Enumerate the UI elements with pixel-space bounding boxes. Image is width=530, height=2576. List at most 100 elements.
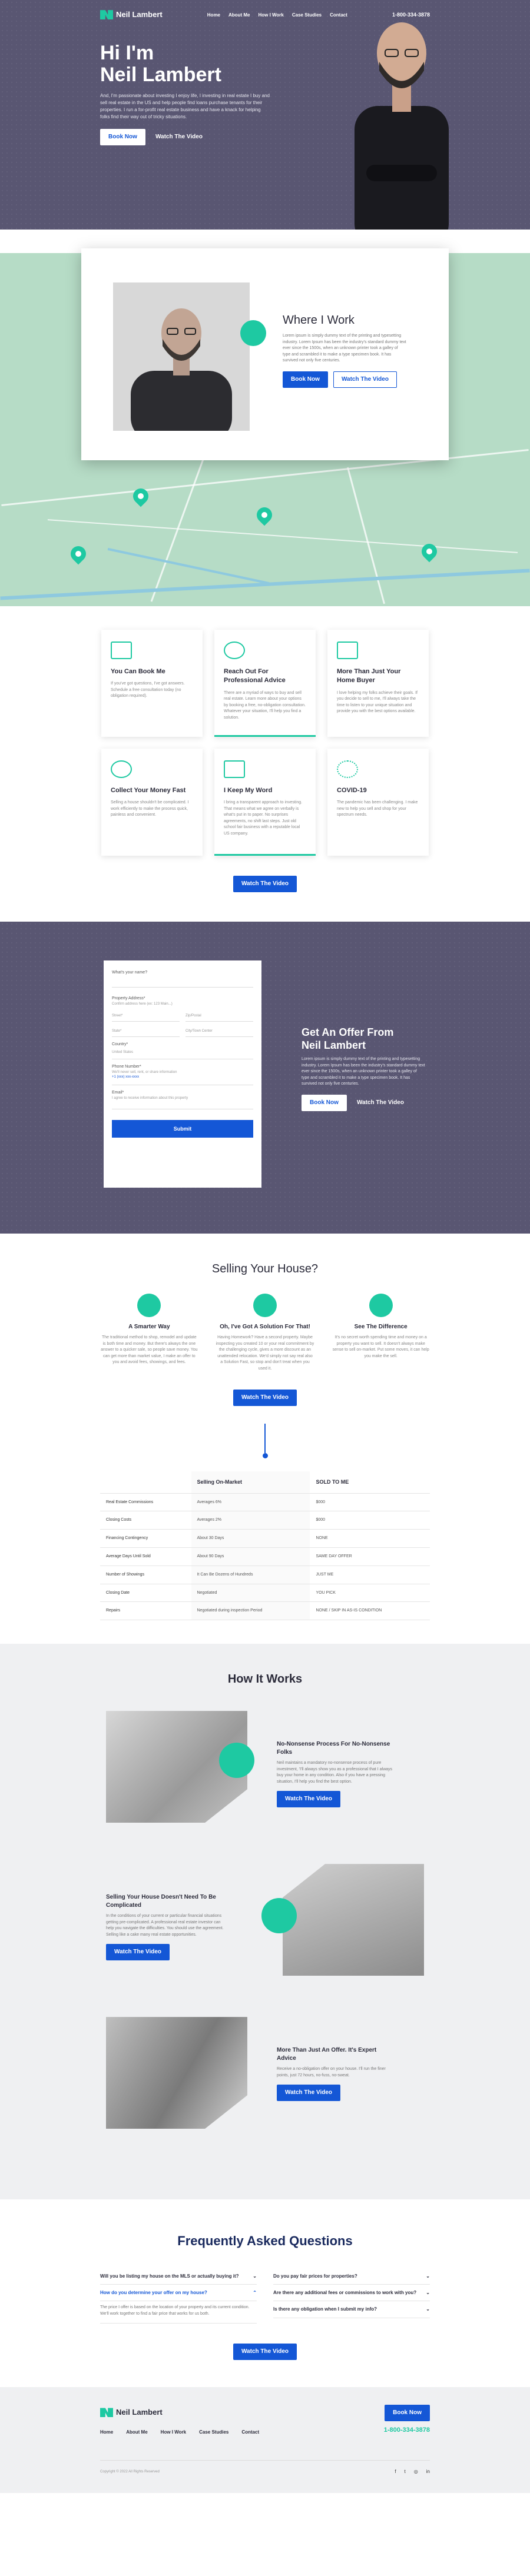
table-cell: NONE bbox=[310, 1529, 430, 1548]
phone-hint: We'll never sell, rent, or share informa… bbox=[112, 1070, 177, 1074]
table-cell: Repairs bbox=[100, 1601, 191, 1621]
table-cell: $000 bbox=[310, 1493, 430, 1512]
email-field[interactable] bbox=[112, 1101, 253, 1109]
watch-video-button[interactable]: Watch The Video bbox=[147, 129, 211, 145]
footer-link-case-studies[interactable]: Case Studies bbox=[199, 2429, 228, 2435]
linkedin-icon[interactable]: in bbox=[426, 2468, 430, 2475]
where-book-now-button[interactable]: Book Now bbox=[283, 371, 328, 388]
map-pin-icon[interactable] bbox=[67, 543, 90, 565]
logo[interactable]: Neil Lambert bbox=[100, 9, 163, 20]
where-card: Where I Work Lorem ipsum is simply dummy… bbox=[81, 248, 449, 460]
logo-text: Neil Lambert bbox=[116, 10, 163, 19]
offer-watch-video-button[interactable]: Watch The Video bbox=[349, 1095, 412, 1111]
service-card[interactable]: Reach Out For Professional Advice There … bbox=[214, 630, 316, 737]
footer-logo[interactable]: Neil Lambert bbox=[100, 2407, 430, 2418]
service-card[interactable]: Collect Your Money Fast Selling a house … bbox=[101, 749, 203, 856]
chevron-down-icon: ⌄ bbox=[426, 2290, 430, 2296]
hero-text: Hi I'm Neil Lambert And, I'm passionate … bbox=[100, 42, 271, 145]
nav-item-how-i-work[interactable]: How I Work bbox=[258, 12, 283, 18]
where-watch-video-button[interactable]: Watch The Video bbox=[333, 371, 397, 388]
table-row: Number of Showings It Can Be Dozens of Hu… bbox=[100, 1565, 430, 1584]
street-field[interactable]: Street* bbox=[112, 1010, 180, 1022]
twitter-icon[interactable]: t bbox=[405, 2468, 406, 2475]
connector-dot bbox=[262, 1453, 268, 1458]
how-watch-video-button[interactable]: Watch The Video bbox=[106, 1944, 170, 1961]
table-cell: Closing Costs bbox=[100, 1511, 191, 1530]
faq-question-text: Is there any obligation when I submit my… bbox=[273, 2306, 377, 2312]
services-watch-video-button[interactable]: Watch The Video bbox=[233, 876, 297, 892]
state-field[interactable]: State* bbox=[112, 1025, 180, 1037]
city-field[interactable]: City/Town Center bbox=[186, 1025, 253, 1037]
how-watch-video-button[interactable]: Watch The Video bbox=[277, 1791, 341, 1808]
nav-item-about[interactable]: About Me bbox=[228, 12, 250, 18]
service-card[interactable]: More Than Just Your Home Buyer I love he… bbox=[327, 630, 429, 737]
offer-body: Lorem ipsum is simply dummy text of the … bbox=[302, 1057, 425, 1086]
how-row: More Than Just An Offer. It's Expert Adv… bbox=[100, 2011, 430, 2152]
how-row-title: No-Nonsense Process For No-Nonsense Folk… bbox=[277, 1741, 390, 1756]
service-card[interactable]: You Can Book Me If you've got questions,… bbox=[101, 630, 203, 737]
submit-button[interactable]: Submit bbox=[112, 1119, 253, 1138]
map-river bbox=[0, 569, 530, 600]
nav-item-home[interactable]: Home bbox=[207, 12, 220, 18]
accent-circle bbox=[219, 1743, 254, 1779]
faq-question[interactable]: Will you be listing my house on the MLS … bbox=[100, 2268, 257, 2285]
table-row: Average Days Until Sold About 90 Days SAME… bbox=[100, 1547, 430, 1566]
nav-menu: Home About Me How I Work Case Studies Co… bbox=[207, 12, 347, 18]
service-card[interactable]: I Keep My Word I bring a transparent app… bbox=[214, 749, 316, 856]
table-cell: It Can Be Dozens of Hundreds bbox=[191, 1565, 310, 1584]
phone-field[interactable]: +1 (xxx) xxx-xxxx bbox=[112, 1075, 253, 1079]
table-cell: About 90 Days bbox=[191, 1547, 310, 1566]
where-i-work-section: Where I Work Lorem ipsum is simply dummy… bbox=[0, 230, 530, 606]
book-now-button[interactable]: Book Now bbox=[100, 128, 145, 145]
zip-field[interactable]: Zip/Postal bbox=[186, 1010, 253, 1022]
nav-item-contact[interactable]: Contact bbox=[330, 12, 347, 18]
table-cell: Real Estate Commissions bbox=[100, 1493, 191, 1512]
nav-item-case-studies[interactable]: Case Studies bbox=[292, 12, 322, 18]
nav-phone[interactable]: 1-800-334-3878 bbox=[392, 11, 430, 19]
calendar-icon bbox=[111, 641, 132, 659]
network-icon bbox=[224, 641, 245, 659]
footer-phone[interactable]: 1-800-334-3878 bbox=[384, 2426, 430, 2435]
country-select[interactable]: United States bbox=[112, 1048, 253, 1059]
instagram-icon[interactable]: ◎ bbox=[414, 2468, 418, 2475]
faq-question-text: Will you be listing my house on the MLS … bbox=[100, 2273, 239, 2279]
selling-title: Selling Your House? bbox=[211, 1262, 319, 1275]
footer-link-about[interactable]: About Me bbox=[126, 2429, 147, 2435]
hero-title-line1: Hi I'm bbox=[100, 42, 154, 64]
faq-question[interactable]: Is there any obligation when I submit my… bbox=[273, 2301, 430, 2318]
table-cell: About 30 Days bbox=[191, 1529, 310, 1548]
hero-portrait bbox=[355, 22, 449, 230]
table-cell: Negotiated bbox=[191, 1584, 310, 1603]
how-watch-video-button[interactable]: Watch The Video bbox=[277, 2085, 341, 2102]
name-field[interactable] bbox=[112, 976, 253, 988]
service-title: More Than Just Your Home Buyer bbox=[337, 668, 401, 684]
map-pin-icon[interactable] bbox=[253, 504, 276, 526]
faq-watch-video-button[interactable]: Watch The Video bbox=[233, 2344, 297, 2361]
footer-link-contact[interactable]: Contact bbox=[241, 2429, 259, 2435]
facebook-icon[interactable]: f bbox=[395, 2468, 396, 2475]
footer-link-how-i-work[interactable]: How I Work bbox=[161, 2429, 186, 2435]
table-cell: SAME DAY OFFER bbox=[310, 1547, 430, 1566]
map-pin-icon[interactable] bbox=[418, 540, 440, 563]
service-card[interactable]: COVID-19 The pandemic has been challengi… bbox=[327, 749, 429, 856]
faq-answer: The price I offer is based on the locati… bbox=[100, 2301, 257, 2324]
logo-mark-icon bbox=[100, 10, 113, 20]
hero-body: And, I'm passionate about investing I en… bbox=[100, 92, 270, 119]
selling-col: See The Difference It's no secret worth … bbox=[332, 1294, 430, 1372]
table-row: Financing Contingency About 30 Days NONE bbox=[100, 1529, 430, 1548]
offer-form: What's your name? Property Address* Conf… bbox=[104, 960, 261, 1188]
selling-col: A Smarter Way The traditional method to … bbox=[100, 1294, 198, 1372]
how-row-title: Selling Your House Doesn't Need To Be Co… bbox=[106, 1894, 216, 1909]
faq-question-open[interactable]: How do you determine your offer on my ho… bbox=[100, 2285, 257, 2302]
offer-book-now-button[interactable]: Book Now bbox=[302, 1094, 347, 1111]
footer-link-home[interactable]: Home bbox=[100, 2429, 113, 2435]
country-label: Country* bbox=[112, 1042, 128, 1046]
table-cell: $000 bbox=[310, 1511, 430, 1530]
faq-question[interactable]: Do you pay fair prices for properties? ⌄ bbox=[273, 2268, 430, 2285]
selling-col: Oh, I've Got A Solution For That! Having… bbox=[216, 1294, 314, 1372]
offer-title-line1: Get An Offer From bbox=[302, 1026, 394, 1038]
offer-section: What's your name? Property Address* Conf… bbox=[0, 922, 530, 1234]
selling-watch-video-button[interactable]: Watch The Video bbox=[233, 1390, 297, 1406]
footer-book-now-button[interactable]: Book Now bbox=[385, 2405, 430, 2422]
faq-question[interactable]: Are there any additional fees or commiss… bbox=[273, 2285, 430, 2302]
